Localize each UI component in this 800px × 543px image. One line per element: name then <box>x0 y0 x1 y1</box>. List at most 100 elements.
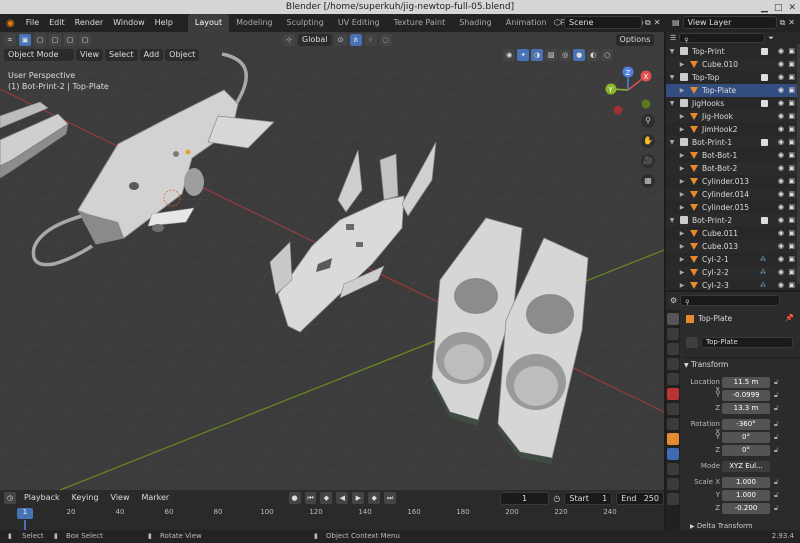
scale-z-field[interactable]: -0.200 <box>722 503 770 514</box>
expand-right-icon[interactable]: ▶ <box>678 279 686 290</box>
lock-icon[interactable]: 🔓︎ <box>774 391 779 402</box>
world-tab-icon[interactable] <box>667 388 679 400</box>
eye-icon[interactable]: ◉ <box>778 123 784 136</box>
filter-icon[interactable]: ⏷ <box>768 34 774 43</box>
xray-icon[interactable]: ▨ <box>545 49 558 61</box>
timeline-ruler[interactable]: 1 20 40 60 80 100 120 140 160 180 200 22… <box>0 508 664 530</box>
snap-icon[interactable]: ⋔ <box>349 34 362 46</box>
timeline-menu-marker[interactable]: Marker <box>137 492 174 504</box>
tab-modeling[interactable]: Modeling <box>229 14 279 32</box>
camera-icon[interactable]: ▣ <box>788 71 795 84</box>
camera-icon[interactable]: ▣ <box>788 253 795 266</box>
blender-logo-icon[interactable]: ◉ <box>0 18 21 29</box>
tab-layout[interactable]: Layout <box>187 14 230 32</box>
record-icon[interactable]: ● <box>288 492 301 504</box>
delete-scene-icon[interactable]: ✕ <box>654 18 661 27</box>
eye-icon[interactable]: ◉ <box>778 227 784 240</box>
expand-right-icon[interactable]: ▶ <box>678 84 686 97</box>
camera-icon[interactable]: ▣ <box>788 214 795 227</box>
eye-icon[interactable]: ◉ <box>778 97 784 110</box>
eye-icon[interactable]: ◉ <box>778 279 784 290</box>
rotation-y-field[interactable]: 0° <box>722 432 770 443</box>
lock-icon[interactable]: 🔓︎ <box>774 433 779 444</box>
outliner-object-row[interactable]: ▶ Cube.011 ◉ ▣ <box>666 227 800 240</box>
outliner-object-row[interactable]: ▶ Cylinder.015 ◉ ▣ <box>666 201 800 214</box>
pivot-point-icon[interactable]: ⊙ <box>334 34 347 46</box>
expand-right-icon[interactable]: ▶ <box>678 188 686 201</box>
camera-icon[interactable]: ▣ <box>788 266 795 279</box>
exclude-checkbox[interactable] <box>761 100 768 107</box>
transform-orientation-dropdown[interactable]: Global <box>298 34 332 46</box>
eye-icon[interactable]: ◉ <box>778 175 784 188</box>
camera-icon[interactable]: ▣ <box>788 97 795 110</box>
modifier-tab-icon[interactable] <box>667 448 679 460</box>
texture-tab-icon[interactable] <box>667 418 679 430</box>
camera-icon[interactable]: ▣ <box>788 201 795 214</box>
scene-selector[interactable]: Scene <box>563 16 642 29</box>
expand-right-icon[interactable]: ▶ <box>678 58 686 71</box>
eye-icon[interactable]: ◉ <box>778 84 784 97</box>
menu-edit[interactable]: Edit <box>44 14 70 32</box>
expand-down-icon[interactable]: ▼ <box>668 214 676 227</box>
object-name-field[interactable]: Top-Plate <box>701 337 793 348</box>
tab-sculpting[interactable]: Sculpting <box>280 14 331 32</box>
object-type-icon[interactable] <box>686 337 698 348</box>
outliner-object-row[interactable]: ▶ Top-Plate ◉ ▣ <box>666 84 800 97</box>
outliner-collection-row[interactable]: ▼ Top-Top ◉ ▣ <box>666 71 800 84</box>
expand-right-icon[interactable]: ▶ <box>678 149 686 162</box>
outliner-object-row[interactable]: ▶ JimHook2 ◉ ▣ <box>666 123 800 136</box>
outliner-collection-row[interactable]: ▼ Bot-Print-1 ◉ ▣ <box>666 136 800 149</box>
eye-icon[interactable]: ◉ <box>778 266 784 279</box>
scale-y-field[interactable]: 1.000 <box>722 490 770 501</box>
options-dropdown[interactable]: Options <box>615 34 655 46</box>
outliner-collection-row[interactable]: ▼ Top-Print ◉ ▣ <box>666 45 800 58</box>
timeline-editor-type-icon[interactable]: ◷ <box>4 492 16 504</box>
rotation-x-field[interactable]: -360° <box>722 419 770 430</box>
lock-icon[interactable]: 🔓︎ <box>774 446 779 457</box>
maximize-icon[interactable]: □ <box>774 1 783 15</box>
object-tab-icon[interactable] <box>667 433 679 445</box>
frame-end-field[interactable]: End 250 <box>616 491 664 505</box>
lock-icon[interactable]: 🔓︎ <box>774 404 779 415</box>
viewport-menu-object[interactable]: Object <box>165 49 200 61</box>
select-mode-invert-icon[interactable]: ▢ <box>79 34 91 46</box>
eye-icon[interactable]: ◉ <box>778 201 784 214</box>
camera-icon[interactable]: ▣ <box>788 227 795 240</box>
snap-target-icon[interactable]: ⁘ <box>364 34 377 46</box>
eye-icon[interactable]: ◉ <box>778 253 784 266</box>
shading-material-icon[interactable]: ◐ <box>587 49 600 61</box>
menu-help[interactable]: Help <box>150 14 178 32</box>
pin-icon[interactable]: 📌 <box>785 314 794 322</box>
shading-wireframe-icon[interactable]: ◎ <box>559 49 572 61</box>
location-x-field[interactable]: 11.5 m <box>722 377 770 388</box>
zoom-icon[interactable]: ⚲ <box>641 114 655 128</box>
outliner-object-row[interactable]: ▶ Bot-Bot-1 ◉ ▣ <box>666 149 800 162</box>
jump-start-icon[interactable]: ⏮ <box>304 492 317 504</box>
preview-range-icon[interactable]: ◷ <box>553 494 560 503</box>
outliner-object-row[interactable]: ▶ Jig-Hook ◉ ▣ <box>666 110 800 123</box>
close-icon[interactable]: ✕ <box>788 1 796 15</box>
lock-icon[interactable]: 🔓︎ <box>774 378 779 389</box>
properties-search-input[interactable]: ⚲ <box>680 294 781 306</box>
camera-icon[interactable]: ▣ <box>788 279 795 290</box>
tab-shading[interactable]: Shading <box>452 14 499 32</box>
menu-file[interactable]: File <box>21 14 44 32</box>
lock-icon[interactable]: 🔓︎ <box>774 491 779 502</box>
constraints-tab-icon[interactable] <box>667 493 679 505</box>
camera-icon[interactable]: ▣ <box>788 84 795 97</box>
menu-window[interactable]: Window <box>108 14 150 32</box>
eye-icon[interactable]: ◉ <box>778 71 784 84</box>
menu-render[interactable]: Render <box>70 14 108 32</box>
view-layer-tab-icon[interactable] <box>667 358 679 370</box>
location-y-field[interactable]: -0.0999 <box>722 390 770 401</box>
camera-icon[interactable]: ▣ <box>788 45 795 58</box>
scale-x-field[interactable]: 1.000 <box>722 477 770 488</box>
lock-icon[interactable]: 🔓︎ <box>774 420 779 431</box>
delete-view-layer-icon[interactable]: ✕ <box>788 18 795 27</box>
expand-right-icon[interactable]: ▶ <box>678 266 686 279</box>
camera-icon[interactable]: ▣ <box>788 149 795 162</box>
eye-icon[interactable]: ◉ <box>778 214 784 227</box>
eye-icon[interactable]: ◉ <box>778 162 784 175</box>
outliner-object-row[interactable]: ▶ Cyl-2-1 ⁂ ◉ ▣ <box>666 253 800 266</box>
exclude-checkbox[interactable] <box>761 74 768 81</box>
